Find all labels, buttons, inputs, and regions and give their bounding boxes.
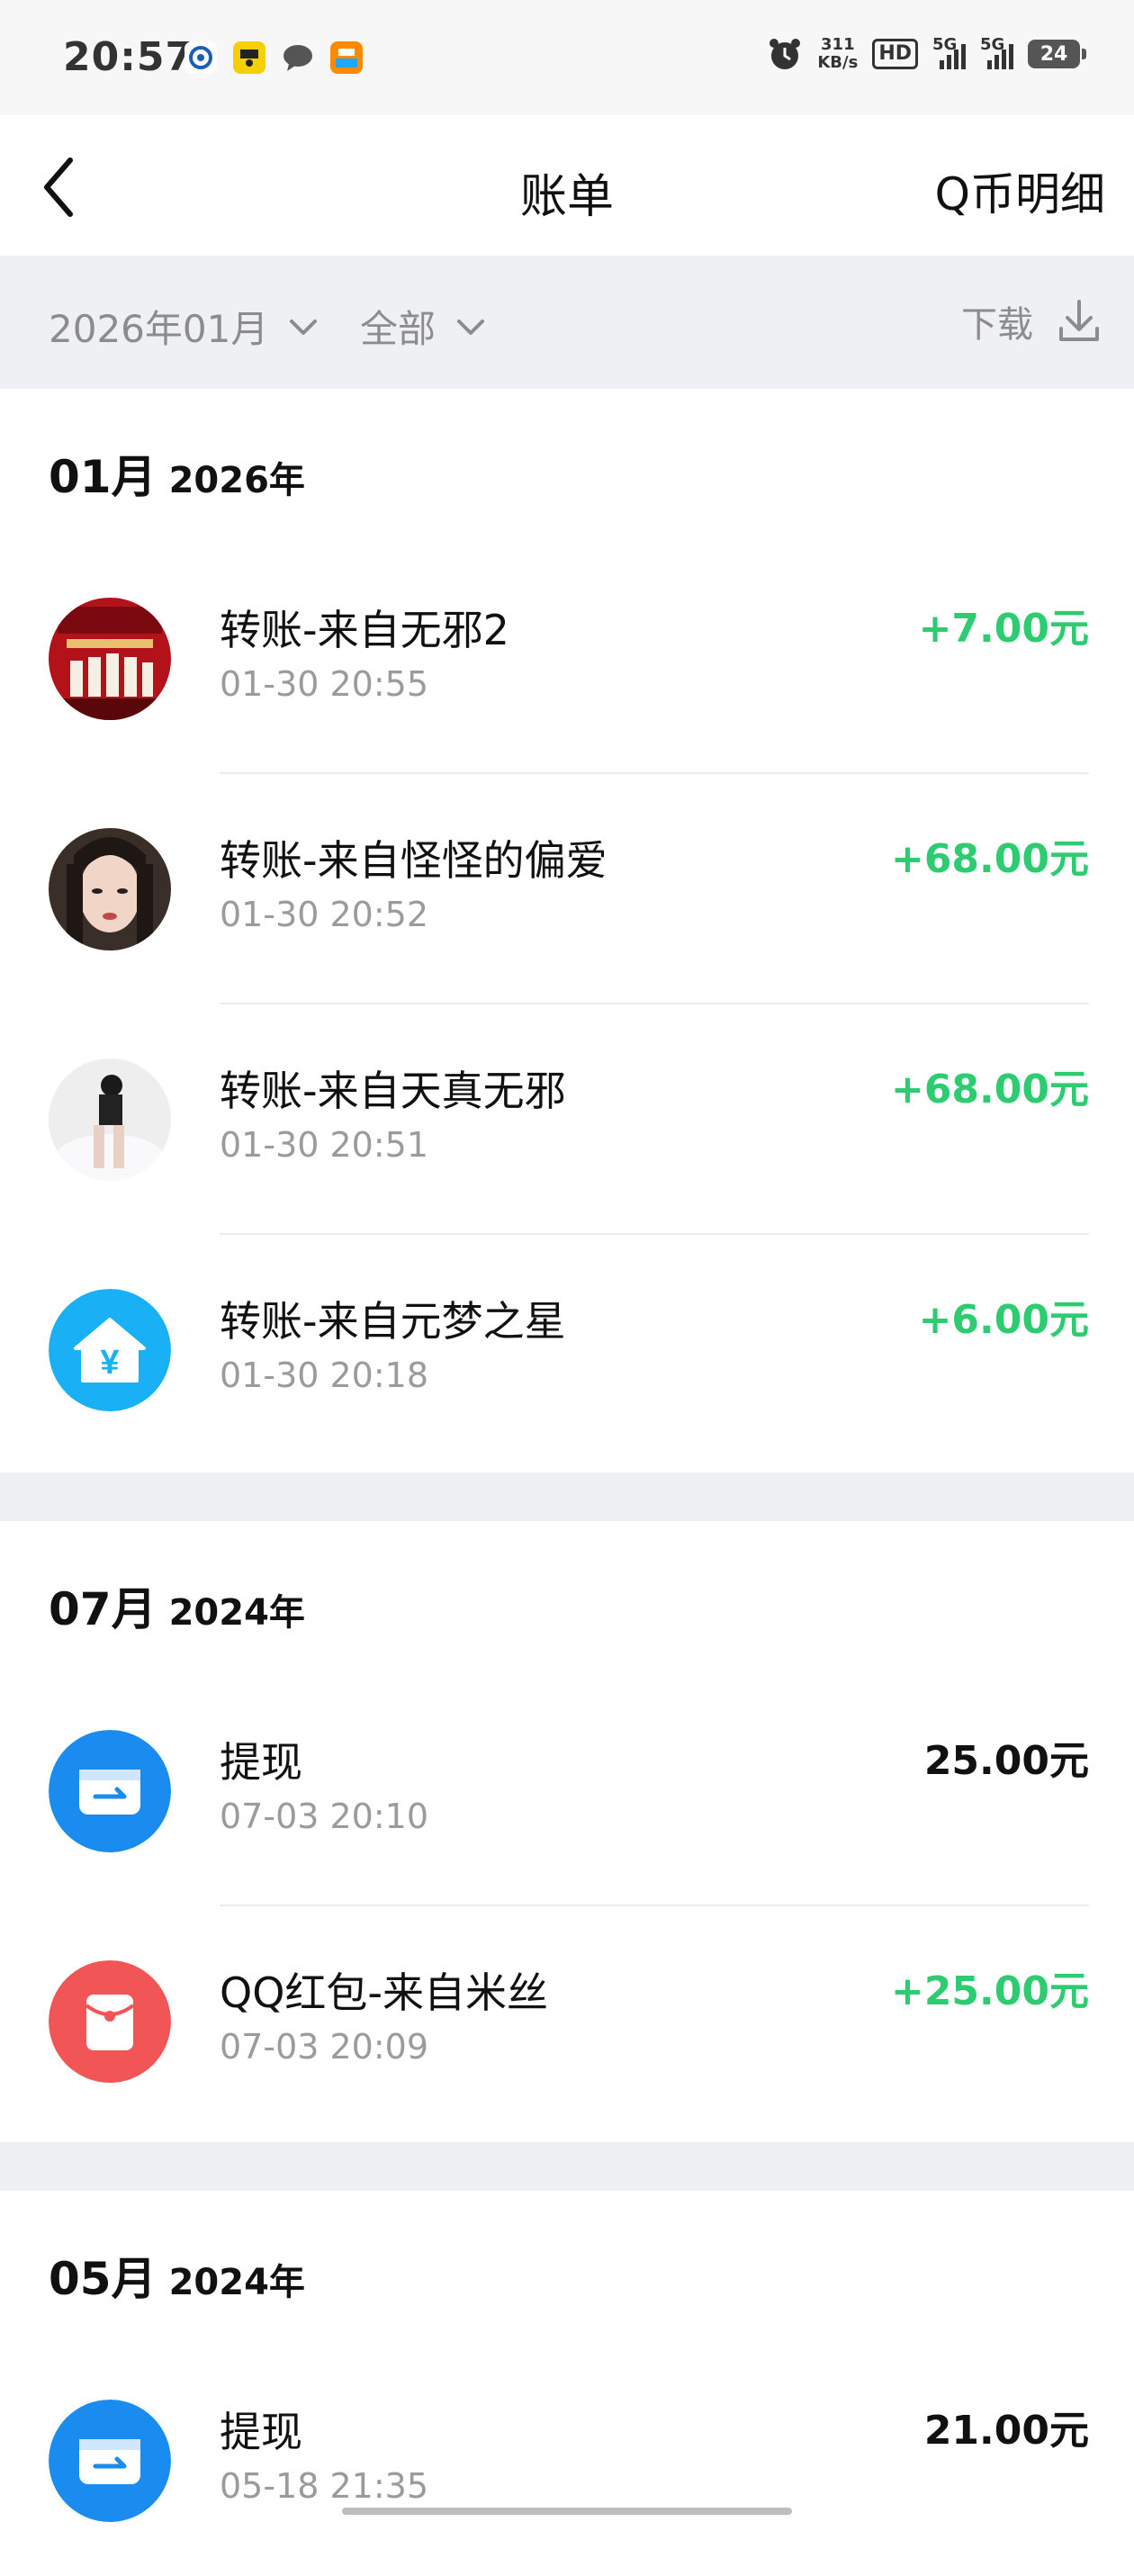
transaction-row[interactable]: 转账-来自无邪2 01-30 20:55 +7.00元 [0, 544, 1134, 774]
alarm-icon [770, 39, 801, 69]
transaction-time: 07-03 20:10 [220, 1797, 429, 1836]
transaction-row[interactable]: 提现 05-18 21:35 21.00元 [0, 2346, 1134, 2576]
month-header: 01月 2026年 [49, 441, 305, 506]
signal-1-icon: 5G [932, 35, 966, 69]
year-label: 2024年 [168, 1592, 305, 1634]
month-header: 07月 2024年 [49, 1573, 305, 1638]
transaction-row[interactable]: 转账-来自天真无邪 01-30 20:51 +68.00元 [0, 1004, 1134, 1235]
transaction-amount: 25.00元 [923, 1738, 1089, 1784]
month-section: 01月 2026年 转账-来自无邪2 01-30 20:55 +7.00元 转账-… [0, 389, 1134, 1473]
signal-2-label: 5G [980, 35, 1005, 54]
month-section: 07月 2024年 提现 07-03 20:10 25.00元 QQ红包-来自米丝… [0, 1521, 1134, 2142]
transaction-time: 05-18 21:35 [220, 2466, 429, 2506]
status-time: 20:57 [63, 34, 194, 80]
transaction-time: 01-30 20:18 [220, 1356, 429, 1395]
net-speed-unit: KB/s [817, 53, 859, 72]
transaction-time: 01-30 20:52 [220, 895, 429, 934]
transaction-title: 转账-来自元梦之星 [220, 1297, 566, 1346]
sitting-figure-avatar [49, 1058, 171, 1181]
status-app-icons [184, 41, 363, 74]
transaction-amount: +68.00元 [890, 836, 1089, 882]
month-filter[interactable]: 2026年01月 [49, 299, 320, 354]
net-speed-value: 311 [821, 35, 855, 54]
transaction-title: QQ红包-来自米丝 [220, 1968, 549, 2017]
download-label: 下载 [961, 304, 1033, 346]
chat-bubble-icon [282, 41, 314, 74]
transaction-row[interactable]: ¥ 转账-来自元梦之星 01-30 20:18 +6.00元 [0, 1235, 1134, 1465]
app-notification-icon [184, 41, 217, 74]
month-filter-label: 2026年01月 [49, 307, 269, 351]
transaction-row[interactable]: 提现 07-03 20:10 25.00元 [0, 1676, 1134, 1906]
yuan-house-icon: ¥ [49, 1289, 171, 1411]
home-indicator[interactable] [342, 2508, 792, 2515]
transaction-amount: +25.00元 [890, 1968, 1089, 2014]
withdraw-card-icon [49, 1730, 171, 1852]
app-notification-icon [330, 41, 363, 74]
category-filter[interactable]: 全部 [360, 299, 488, 354]
withdraw-card-icon [49, 2400, 171, 2522]
download-button[interactable]: 下载 [961, 295, 1102, 347]
month-section: 05月 2024年 提现 05-18 21:35 21.00元 [0, 2191, 1134, 2522]
transaction-time: 07-03 20:09 [220, 2027, 429, 2067]
transaction-title: 提现 [220, 1738, 302, 1787]
section-gap [0, 1473, 1134, 1521]
red-photo-avatar [49, 598, 171, 720]
transaction-amount: +6.00元 [918, 1297, 1089, 1343]
app-notification-icon [233, 41, 266, 74]
month-label: 05月 [49, 2253, 157, 2305]
download-icon [1059, 300, 1099, 341]
month-header: 05月 2024年 [49, 2243, 305, 2308]
transaction-row[interactable]: 转账-来自怪怪的偏爱 01-30 20:52 +68.00元 [0, 774, 1134, 1004]
transaction-title: 提现 [220, 2408, 302, 2456]
hd-badge: HD [872, 39, 918, 69]
svg-text:¥: ¥ [100, 1344, 119, 1382]
section-gap [0, 2142, 1134, 2191]
battery-icon: 24 [1028, 40, 1086, 68]
month-label: 01月 [49, 451, 157, 503]
transaction-amount: 21.00元 [923, 2408, 1089, 2454]
red-envelope-icon [49, 1960, 171, 2083]
transaction-time: 01-30 20:55 [220, 664, 429, 704]
transaction-row[interactable]: QQ红包-来自米丝 07-03 20:09 +25.00元 [0, 1906, 1134, 2137]
nav-bar: 账单 Q币明细 [0, 115, 1134, 256]
status-right: 311 KB/s HD 5G 5G 24 [767, 35, 1086, 72]
transaction-amount: +68.00元 [890, 1067, 1089, 1112]
status-bar: 20:57 311 KB/s HD 5G 5G 24 [0, 0, 1134, 115]
signal-1-label: 5G [932, 35, 958, 54]
month-label: 07月 [49, 1583, 157, 1635]
portrait-avatar [49, 828, 171, 950]
transaction-amount: +7.00元 [918, 606, 1089, 652]
transaction-title: 转账-来自怪怪的偏爱 [220, 836, 608, 885]
transaction-title: 转账-来自天真无邪 [220, 1067, 566, 1115]
network-speed: 311 KB/s [817, 36, 858, 72]
q-coin-detail-link[interactable]: Q币明细 [935, 158, 1105, 223]
signal-2-icon: 5G [980, 35, 1013, 69]
filter-bar: 2026年01月 全部 下载 [0, 256, 1134, 389]
chevron-down-icon [457, 319, 485, 335]
chevron-down-icon [290, 319, 318, 335]
year-label: 2026年 [168, 460, 305, 501]
year-label: 2024年 [168, 2262, 305, 2303]
transaction-time: 01-30 20:51 [220, 1125, 429, 1165]
category-filter-label: 全部 [360, 307, 436, 351]
transaction-title: 转账-来自无邪2 [220, 606, 509, 654]
